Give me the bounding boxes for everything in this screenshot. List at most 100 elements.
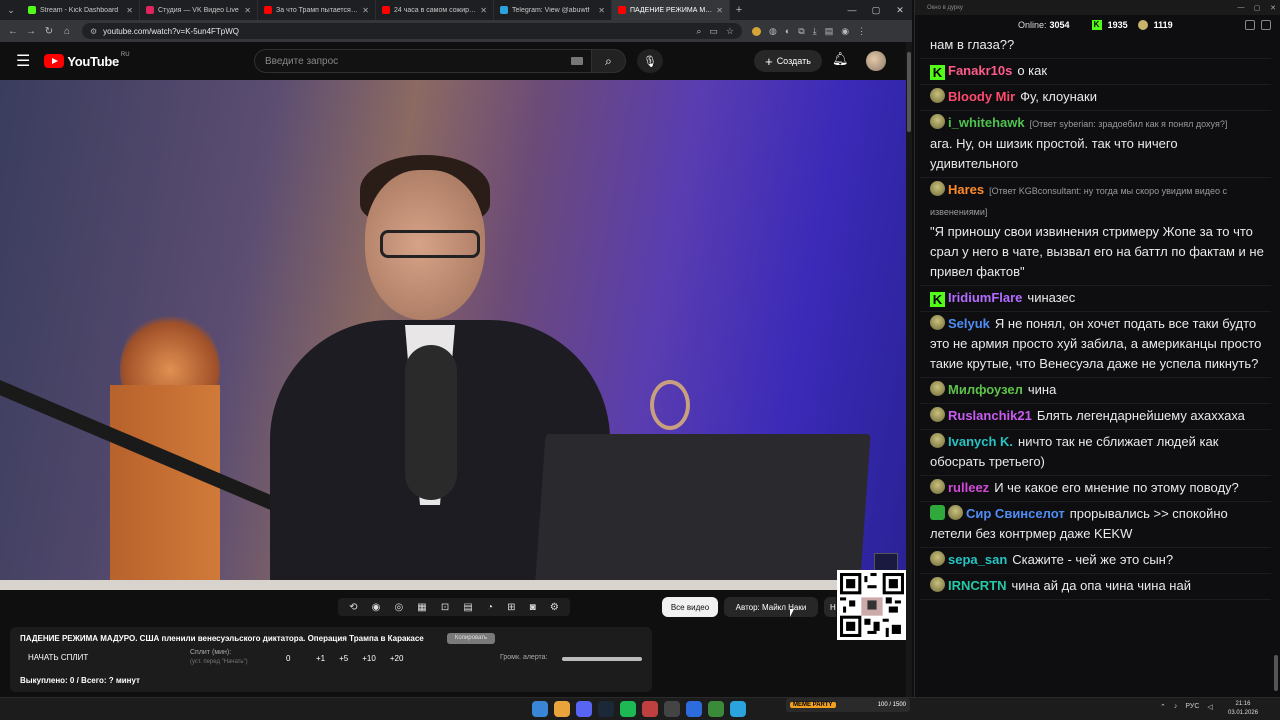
settings-icon[interactable]	[1245, 20, 1255, 30]
notifications-bell-icon[interactable]: 🔔︎	[832, 51, 849, 67]
increment-button[interactable]: +10	[362, 654, 376, 663]
chat-username[interactable]: Сир Свинселот	[966, 506, 1065, 521]
speed-icon[interactable]: ◔	[487, 602, 493, 613]
app-icon[interactable]	[642, 701, 658, 717]
chat-username[interactable]: IRNCRTN	[948, 578, 1007, 593]
chat-message-list[interactable]: нам в глаза?? K Fanakr10s о как Bloody Mir Фу…	[920, 35, 1271, 697]
tab-close-icon[interactable]: ✕	[480, 6, 487, 15]
spotify-icon[interactable]	[620, 701, 636, 717]
taskbar-clock[interactable]: 21:16 03.01.2026	[1228, 700, 1258, 718]
youtube-logo[interactable]: YouTube RU	[44, 52, 130, 69]
steam-icon[interactable]	[598, 701, 614, 717]
extension-puzzle-icon[interactable]: ◍	[769, 26, 777, 37]
create-button[interactable]: + Создать	[754, 50, 822, 72]
chat-username[interactable]: Selyuk	[948, 316, 990, 331]
tab-close-icon[interactable]: ✕	[244, 6, 251, 15]
chat-username[interactable]: rulleez	[948, 480, 989, 495]
chat-username[interactable]: sepa_san	[948, 552, 1007, 567]
browser-tab[interactable]: Stream - Kick Dashboard ✕	[22, 0, 140, 20]
address-bar[interactable]: ⚙ youtube.com/watch?v=K-5un4FTpWQ ⌕ ▭ ☆	[82, 23, 742, 39]
reload-icon[interactable]: ↻	[40, 26, 58, 37]
app-icon[interactable]	[686, 701, 702, 717]
tab-search-icon[interactable]: ⌄	[0, 0, 22, 20]
browser-tab[interactable]: Студия — VK Видео Live ✕	[140, 0, 258, 20]
search-lens-icon[interactable]: ⌕	[696, 26, 701, 37]
download-icon[interactable]: ⤓	[813, 26, 817, 37]
chat-username[interactable]: Hares	[948, 182, 984, 197]
browser-menu-icon[interactable]: ⋮	[857, 26, 866, 37]
screenshot-icon[interactable]: ⊡	[441, 602, 449, 613]
extension-badge-icon[interactable]: ◐	[785, 26, 790, 36]
browser-tab[interactable]: Telegram: View @abuwtf ✕	[494, 0, 612, 20]
microphone-tray-icon[interactable]: ♪	[1174, 703, 1178, 711]
keyboard-icon[interactable]	[571, 57, 583, 65]
settings-gear-icon[interactable]: ⚙	[550, 602, 559, 613]
camera-icon[interactable]: ◙	[530, 602, 536, 613]
tab-close-icon[interactable]: ✕	[362, 6, 369, 15]
tab-close-icon[interactable]: ✕	[126, 6, 133, 15]
menu-icon[interactable]: ☰	[16, 51, 30, 71]
chrome-icon[interactable]	[554, 701, 570, 717]
increment-button[interactable]: +20	[390, 654, 404, 663]
grid-icon[interactable]: ▤	[463, 602, 472, 613]
voice-search-button[interactable]: 🎙︎	[637, 49, 663, 73]
chat-username[interactable]: Fanakr10s	[948, 63, 1012, 78]
forward-icon[interactable]: →	[22, 26, 40, 37]
increment-button[interactable]: +5	[339, 654, 348, 663]
alert-volume-slider[interactable]	[562, 657, 642, 661]
scrollbar-thumb[interactable]	[907, 52, 911, 132]
add-icon[interactable]: ⊞	[507, 602, 515, 613]
loop-icon[interactable]: ⟲	[349, 602, 357, 613]
tray-chevron-icon[interactable]: ⌃	[1160, 703, 1166, 711]
maximize-icon[interactable]: ▢	[1249, 4, 1265, 12]
filter-chip-more[interactable]: Н	[824, 597, 836, 617]
extension-icon[interactable]	[752, 26, 761, 36]
app-icon[interactable]	[664, 701, 680, 717]
cast-media-icon[interactable]: ▤	[825, 26, 834, 37]
chat-username[interactable]: Ruslanchik21	[948, 408, 1032, 423]
maximize-icon[interactable]: ▢	[864, 5, 888, 16]
search-input[interactable]: Введите запрос	[254, 49, 592, 73]
chat-username[interactable]: Bloody Mir	[948, 89, 1015, 104]
filter-chip-author[interactable]: Автор: Майкл Наки	[724, 597, 818, 617]
site-info-icon[interactable]: ⚙	[90, 27, 97, 36]
browser-tab[interactable]: За что Трамп пытается убить✕	[258, 0, 376, 20]
chat-username[interactable]: Ivanych K.	[948, 434, 1013, 449]
language-indicator[interactable]: РУС	[1185, 703, 1199, 711]
increment-button[interactable]: +1	[316, 654, 325, 663]
bookmark-star-icon[interactable]: ☆	[726, 26, 734, 37]
discord-icon[interactable]	[576, 701, 592, 717]
telegram-icon[interactable]	[730, 701, 746, 717]
minimize-icon[interactable]: —	[1233, 4, 1249, 12]
back-icon[interactable]: ←	[4, 26, 22, 37]
volume-icon[interactable]: ◁	[1207, 703, 1212, 711]
clip-icon[interactable]: ▦	[417, 602, 426, 613]
app-icon[interactable]	[708, 701, 724, 717]
chat-scrollbar-thumb[interactable]	[1274, 655, 1278, 691]
close-icon[interactable]: ✕	[1265, 4, 1280, 12]
chat-username[interactable]: IridiumFlare	[948, 290, 1022, 305]
layout-icon[interactable]	[1261, 20, 1271, 30]
tab-close-icon[interactable]: ✕	[598, 6, 605, 15]
split-value[interactable]: 0	[286, 654, 290, 663]
page-scrollbar[interactable]	[906, 42, 912, 697]
browser-tab[interactable]: ПАДЕНИЕ РЕЖИМА МАДУ ✕	[612, 0, 730, 20]
audio-icon[interactable]: ◉	[372, 602, 381, 613]
start-icon[interactable]	[532, 701, 548, 717]
cast-icon[interactable]: ▭	[709, 26, 718, 37]
start-split-button[interactable]: НАЧАТЬ СПЛИТ	[28, 653, 88, 662]
minimize-icon[interactable]: —	[840, 5, 864, 16]
avatar[interactable]	[866, 51, 886, 71]
close-icon[interactable]: ✕	[888, 5, 912, 16]
search-button[interactable]: ⌕	[592, 49, 626, 73]
profile-icon[interactable]: ◉	[841, 26, 849, 37]
chat-scrollbar[interactable]	[1273, 35, 1279, 695]
home-icon[interactable]: ⌂	[58, 26, 76, 37]
watch-icon[interactable]: ◎	[394, 602, 403, 613]
filter-chip-all[interactable]: Все видео	[662, 597, 718, 617]
video-player[interactable]	[0, 80, 906, 590]
copy-button[interactable]: Копировать	[447, 633, 495, 644]
new-tab-button[interactable]: +	[730, 4, 748, 16]
tab-close-icon[interactable]: ✕	[716, 6, 723, 15]
browser-tab[interactable]: 24 часа в самом сожиревшем✕	[376, 0, 494, 20]
